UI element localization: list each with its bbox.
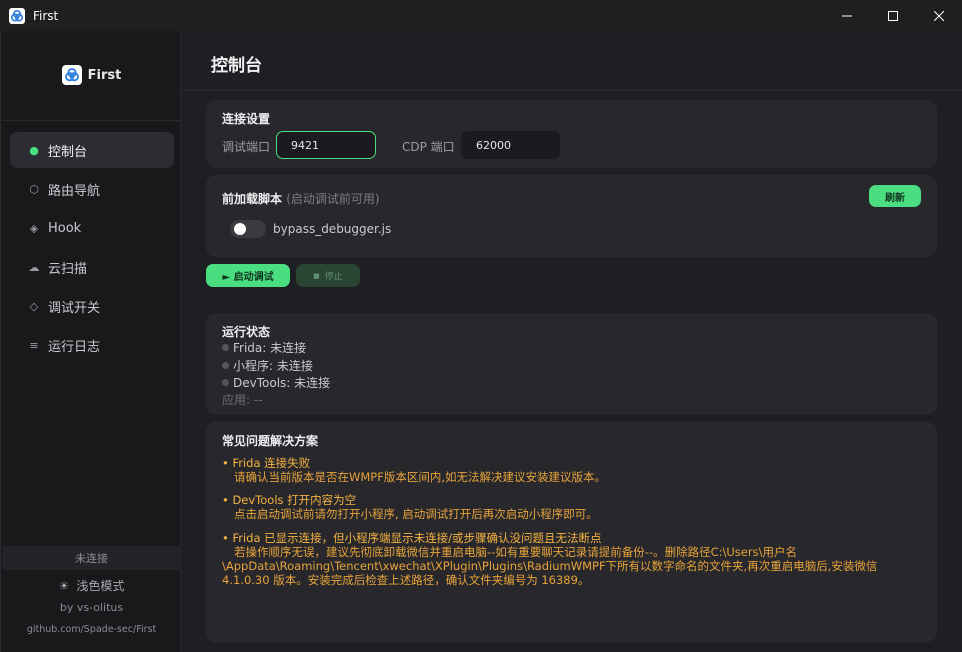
preload-hint: (启动调试前可用) (286, 192, 380, 206)
miniprogram-status: 小程序: 未连接 (222, 357, 313, 374)
run-status-card: 运行状态 Frida: 未连接 小程序: 未连接 DevTools: 未连接 应… (206, 313, 937, 415)
connection-settings-card: 连接设置 调试端口 CDP 端口 (206, 100, 937, 168)
cloud-icon: ☁ (28, 260, 40, 274)
window-title: First (33, 8, 59, 23)
faq-question: • Frida 已显示连接，但小程序端显示未连接/或步骤确认没问题且无法断点 (222, 531, 602, 545)
maximize-button[interactable] (870, 0, 916, 31)
frida-status-text: Frida: 未连接 (233, 341, 307, 355)
debug-port-input[interactable] (276, 131, 376, 159)
sidebar-item-debug-switch[interactable]: ◇ 调试开关 (10, 288, 174, 324)
faq-question: • Frida 连接失败 (222, 456, 311, 470)
sidebar-item-label: 运行日志 (48, 339, 101, 355)
sidebar-divider (2, 120, 181, 121)
faq-item: • Frida 连接失败 请确认当前版本是否在WMPF版本区间内,如无法解决建议… (222, 456, 922, 484)
list-icon: ≡ (29, 338, 39, 352)
faq-answer: 点击启动调试前请勿打开小程序, 启动调试打开后再次启动小程序即可。 (234, 507, 598, 521)
sidebar-item-label: 路由导航 (48, 183, 101, 199)
preload-title-text: 前加载脚本 (222, 192, 283, 206)
preload-script-card: 前加载脚本 (启动调试前可用) 刷新 bypass_debugger.js (206, 175, 937, 257)
diamond-icon: ◈ (29, 221, 39, 235)
frida-status: Frida: 未连接 (222, 339, 306, 356)
sidebar-item-label: 控制台 (48, 144, 88, 160)
close-button[interactable] (916, 0, 962, 31)
sidebar-item-hook[interactable]: ◈ Hook (10, 210, 174, 246)
cdp-port-label: CDP 端口 (402, 140, 455, 154)
faq-answer: 请确认当前版本是否在WMPF版本区间内,如无法解决建议安装建议版本。 (234, 470, 606, 484)
faq-item: • Frida 已显示连接，但小程序端显示未连接/或步骤确认没问题且无法断点 若… (222, 531, 922, 587)
minimize-button[interactable] (824, 0, 870, 31)
page-title: 控制台 (211, 56, 262, 76)
bypass-debugger-toggle[interactable] (230, 220, 266, 238)
main-content: 控制台 连接设置 调试端口 CDP 端口 前加载脚本 (启动调试前可用) 刷新 … (182, 31, 962, 652)
devtools-status-text: DevTools: 未连接 (233, 376, 331, 390)
diamond-outline-icon: ◇ (29, 299, 39, 313)
run-status-title: 运行状态 (222, 325, 271, 339)
faq-answer: 若操作顺序无误，建议先彻底卸载微信并重启电脑--如有重要聊天记录请提前备份--。… (234, 545, 797, 559)
active-dot-icon: ● (29, 143, 39, 157)
sidebar-item-logs[interactable]: ≡ 运行日志 (10, 327, 174, 363)
sidebar-item-label: 调试开关 (48, 300, 101, 316)
sidebar-item-cloud-scan[interactable]: ☁ 云扫描 (10, 249, 174, 285)
connection-settings-title: 连接设置 (222, 112, 271, 126)
sun-icon: ☀ (58, 578, 70, 593)
faq-question: • DevTools 打开内容为空 (222, 493, 357, 507)
stop-icon: ■ (313, 271, 320, 280)
refresh-button[interactable]: 刷新 (869, 185, 921, 207)
faq-card: 常见问题解决方案 • Frida 连接失败 请确认当前版本是否在WMPF版本区间… (206, 422, 937, 642)
sidebar: First ● 控制台 ⬡ 路由导航 ◈ Hook ☁ 云扫描 ◇ 调试开关 ≡… (0, 31, 181, 652)
toggle-knob (234, 223, 246, 235)
status-dot-icon (222, 344, 229, 351)
status-dot-icon (222, 379, 229, 386)
sidebar-item-routes[interactable]: ⬡ 路由导航 (10, 171, 174, 207)
maximize-icon (888, 10, 898, 21)
miniprogram-status-text: 小程序: 未连接 (233, 359, 313, 373)
stop-label: 停止 (324, 272, 343, 282)
devtools-status: DevTools: 未连接 (222, 374, 330, 391)
sidebar-item-label: 云扫描 (48, 261, 88, 277)
script-name-label: bypass_debugger.js (273, 222, 392, 236)
author-byline: by vs-olitus (59, 601, 124, 614)
app-status-text: 应用: -- (222, 393, 263, 407)
app-status: 应用: -- (222, 391, 263, 408)
sidebar-item-console[interactable]: ● 控制台 (10, 132, 174, 168)
preload-script-title: 前加载脚本 (启动调试前可用) (222, 190, 380, 207)
theme-toggle-button[interactable]: ☀ 浅色模式 (1, 577, 182, 594)
sidebar-item-label: Hook (48, 220, 82, 236)
faq-item: • DevTools 打开内容为空 点击启动调试前请勿打开小程序, 启动调试打开… (222, 493, 922, 521)
brand-logo-icon (61, 65, 82, 85)
page-header: 控制台 (182, 31, 962, 91)
faq-answer-continued: \AppData\Roaming\Tencent\xwechat\XPlugin… (222, 559, 878, 573)
faq-title: 常见问题解决方案 (222, 434, 319, 448)
faq-answer-continued: 4.1.0.30 版本。安装完成后检查上述路径，确认文件夹编号为 16389。 (222, 573, 590, 587)
debug-port-label: 调试端口 (222, 140, 271, 154)
connection-status-badge: 未连接 (2, 546, 181, 570)
close-icon (934, 10, 944, 21)
theme-toggle-label: 浅色模式 (76, 579, 125, 593)
sidebar-nav: ● 控制台 ⬡ 路由导航 ◈ Hook ☁ 云扫描 ◇ 调试开关 ≡ 运行日志 (10, 132, 174, 366)
status-dot-icon (222, 362, 229, 369)
window-titlebar: First (0, 0, 962, 31)
hexagon-icon: ⬡ (29, 182, 39, 196)
brand-name: First (87, 67, 122, 83)
repo-link[interactable]: github.com/Spade-sec/First (1, 624, 182, 635)
start-debug-button[interactable]: ► 启动调试 (206, 264, 290, 287)
stop-button[interactable]: ■ 停止 (296, 264, 360, 287)
sidebar-brand: First (1, 65, 182, 85)
cdp-port-input[interactable] (461, 131, 560, 159)
minimize-icon (842, 15, 852, 16)
app-logo-icon (9, 7, 25, 24)
